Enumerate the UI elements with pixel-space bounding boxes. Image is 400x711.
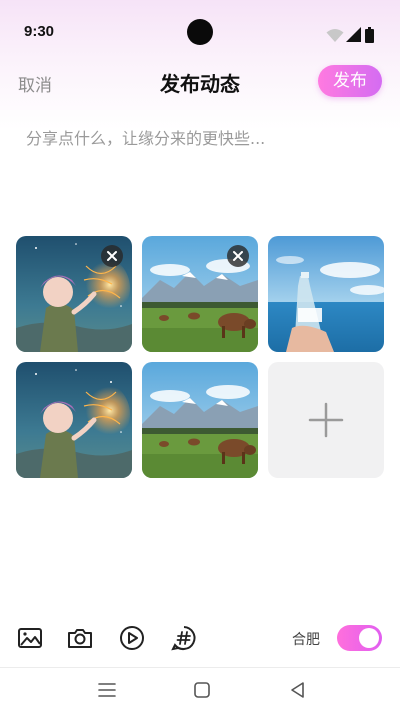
location-label: 合肥: [292, 632, 320, 648]
plus-icon: [308, 402, 344, 438]
add-topic-button[interactable]: [170, 624, 198, 652]
photo-bottle-sea: [268, 236, 384, 352]
close-icon: [107, 251, 117, 261]
home-square-icon: [194, 682, 210, 698]
add-image-button[interactable]: [16, 624, 44, 652]
image-icon: [18, 628, 42, 648]
home-button[interactable]: [192, 680, 212, 700]
publish-button[interactable]: 发布: [318, 65, 382, 97]
photo-anime-girl: [16, 362, 132, 478]
back-triangle-icon: [291, 682, 304, 698]
post-text-input[interactable]: 分享点什么，让缘分来的更快些...: [26, 128, 374, 218]
toggle-knob: [359, 628, 379, 648]
add-video-button[interactable]: [118, 624, 146, 652]
photo-thumbnail[interactable]: [142, 362, 258, 478]
photo-grid: [16, 236, 384, 478]
back-button[interactable]: [288, 680, 308, 700]
take-photo-button[interactable]: [66, 624, 94, 652]
photo-thumbnail[interactable]: [16, 236, 132, 352]
hashtag-icon: [171, 626, 196, 651]
remove-photo-button[interactable]: [101, 245, 123, 267]
photo-mountain-cows: [142, 362, 258, 478]
status-bar: 9:30: [0, 0, 400, 64]
location-toggle[interactable]: [337, 625, 382, 651]
camera-icon: [68, 629, 92, 648]
status-icons: [326, 27, 376, 43]
recent-apps-button[interactable]: [97, 680, 117, 700]
photo-thumbnail[interactable]: [142, 236, 258, 352]
photo-thumbnail[interactable]: [16, 362, 132, 478]
photo-thumbnail[interactable]: [268, 236, 384, 352]
wifi-icon: [326, 29, 344, 42]
menu-icon: [98, 683, 116, 697]
system-nav-bar: [0, 668, 400, 711]
signal-icon: [346, 27, 361, 42]
battery-icon: [365, 27, 374, 43]
add-photo-button[interactable]: [268, 362, 384, 478]
bottom-toolbar: 合肥: [0, 618, 400, 658]
status-time: 9:30: [24, 23, 55, 40]
video-play-icon: [120, 626, 144, 650]
header: 取消 发布动态 发布: [0, 60, 400, 104]
close-icon: [233, 251, 243, 261]
remove-photo-button[interactable]: [227, 245, 249, 267]
front-camera: [187, 19, 213, 45]
